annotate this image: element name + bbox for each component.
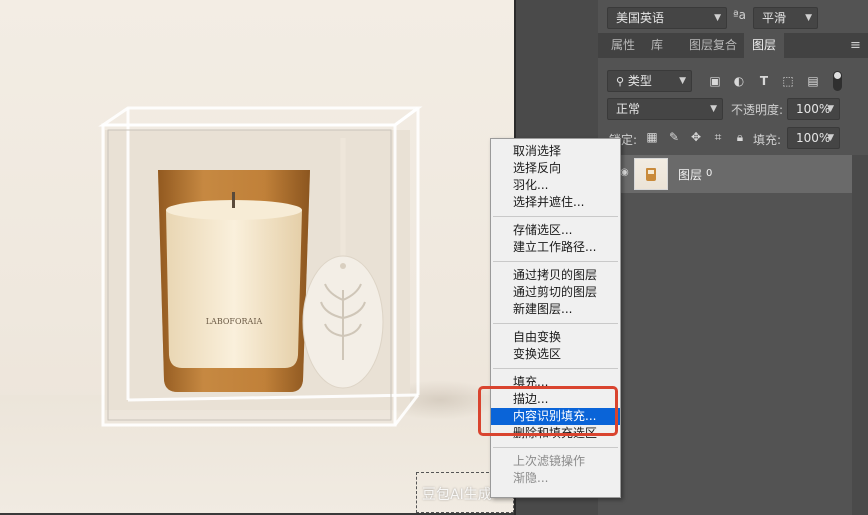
opacity-field[interactable]: 100% ▼ (787, 98, 840, 120)
panel-tabs: 属性 库 图层复合 图层 ≡ (598, 33, 868, 58)
menu-item-layer-via-copy[interactable]: 通过拷贝的图层 (491, 267, 620, 284)
menu-separator (493, 323, 618, 324)
antialias-icon: ªa (733, 8, 747, 22)
menu-item-layer-via-cut[interactable]: 通过剪切的图层 (491, 284, 620, 301)
candle-photo: LABOFORAIA 豆包AI生成 (0, 0, 514, 513)
pixel-filter-icon[interactable]: ▣ (708, 74, 722, 88)
adjustment-filter-icon[interactable]: ◐ (732, 74, 746, 88)
context-menu: 取消选择 选择反向 羽化... 选择并遮住... 存储选区... 建立工作路径.… (478, 138, 621, 498)
opacity-value: 100% (796, 102, 831, 116)
menu-item-save-selection[interactable]: 存储选区... (491, 222, 620, 239)
watermark-text: 豆包AI生成 (422, 487, 492, 503)
fill-value: 100% (796, 131, 831, 145)
layer-filter-dropdown[interactable]: ⚲ 类型 ▼ (607, 70, 692, 92)
menu-item-select-inverse[interactable]: 选择反向 (491, 160, 620, 177)
menu-separator (493, 368, 618, 369)
language-dropdown[interactable]: 美国英语 ▼ (607, 7, 727, 29)
menu-separator (493, 261, 618, 262)
shape-filter-icon[interactable]: ⬚ (781, 74, 795, 88)
search-icon: ⚲ (616, 75, 625, 88)
lock-pixels-brush-icon[interactable]: ✎ (667, 130, 681, 144)
menu-item-feather[interactable]: 羽化... (491, 177, 620, 194)
chevron-down-icon: ▼ (827, 104, 834, 114)
layer-row[interactable]: ◉ 图层 0 (598, 155, 852, 193)
menu-item-new-layer[interactable]: 新建图层... (491, 301, 620, 318)
lock-all-icon[interactable]: 🔒︎ (733, 130, 747, 144)
fill-label: 填充: (753, 133, 782, 147)
menu-item-stroke[interactable]: 描边... (491, 391, 620, 408)
layer-index: 0 (706, 168, 713, 179)
language-value: 美国英语 (616, 11, 665, 25)
acrylic-box-with-candle: LABOFORAIA (98, 106, 423, 427)
lock-transparency-icon[interactable]: ▦ (645, 130, 659, 144)
svg-text:LABOFORAIA: LABOFORAIA (206, 317, 263, 326)
layer-thumbnail (634, 158, 668, 190)
menu-separator (493, 447, 618, 448)
menu-separator (493, 216, 618, 217)
chevron-down-icon: ▼ (710, 104, 717, 114)
chevron-down-icon: ▼ (805, 13, 812, 23)
menu-item-free-transform[interactable]: 自由变换 (491, 329, 620, 346)
antialias-value: 平滑 (762, 11, 787, 25)
menu-item-fill[interactable]: 填充... (491, 374, 620, 391)
tab-layer-comps[interactable]: 图层复合 (689, 33, 737, 58)
menu-item-last-filter: 上次滤镜操作 (513, 454, 586, 468)
chevron-down-icon: ▼ (679, 76, 686, 86)
tab-properties[interactable]: 属性 (611, 33, 635, 58)
menu-item-delete-and-fill-selection[interactable]: 删除和填充选区 (491, 425, 620, 442)
menu-item-deselect[interactable]: 取消选择 (491, 143, 620, 160)
document-canvas[interactable]: LABOFORAIA 豆包AI生成 (0, 0, 516, 515)
blend-mode-value: 正常 (616, 102, 641, 116)
menu-item-select-and-mask[interactable]: 选择并遮住... (491, 194, 620, 211)
menu-item-make-work-path[interactable]: 建立工作路径... (491, 239, 620, 256)
layers-scrollbar[interactable] (852, 155, 868, 515)
lock-position-move-icon[interactable]: ✥ (689, 130, 703, 144)
visibility-eye-icon[interactable]: ◉ (620, 167, 629, 178)
smart-object-filter-icon[interactable]: ▤ (806, 74, 820, 88)
tab-libraries[interactable]: 库 (651, 33, 663, 58)
chevron-down-icon: ▼ (714, 13, 721, 23)
type-filter-icon[interactable]: T (757, 74, 771, 88)
blend-mode-dropdown[interactable]: 正常 ▼ (607, 98, 723, 120)
layer-name[interactable]: 图层 (678, 166, 702, 183)
filter-kind-value: 类型 (627, 74, 652, 88)
menu-item-transform-selection[interactable]: 变换选区 (491, 346, 620, 363)
antialias-dropdown[interactable]: 平滑 ▼ (753, 7, 818, 29)
chevron-down-icon: ▼ (827, 133, 834, 143)
filter-toggle-switch[interactable] (833, 71, 842, 91)
opacity-label: 不透明度: (731, 103, 784, 117)
menu-item-fade: 渐隐... (513, 471, 549, 485)
panel-menu-icon[interactable]: ≡ (850, 33, 861, 58)
tab-layers[interactable]: 图层 (744, 33, 785, 58)
menu-item-content-aware-fill[interactable]: 内容识别填充... (491, 408, 620, 425)
lock-artboard-icon[interactable]: ⌗ (711, 130, 725, 144)
fill-field[interactable]: 100% ▼ (787, 127, 840, 149)
